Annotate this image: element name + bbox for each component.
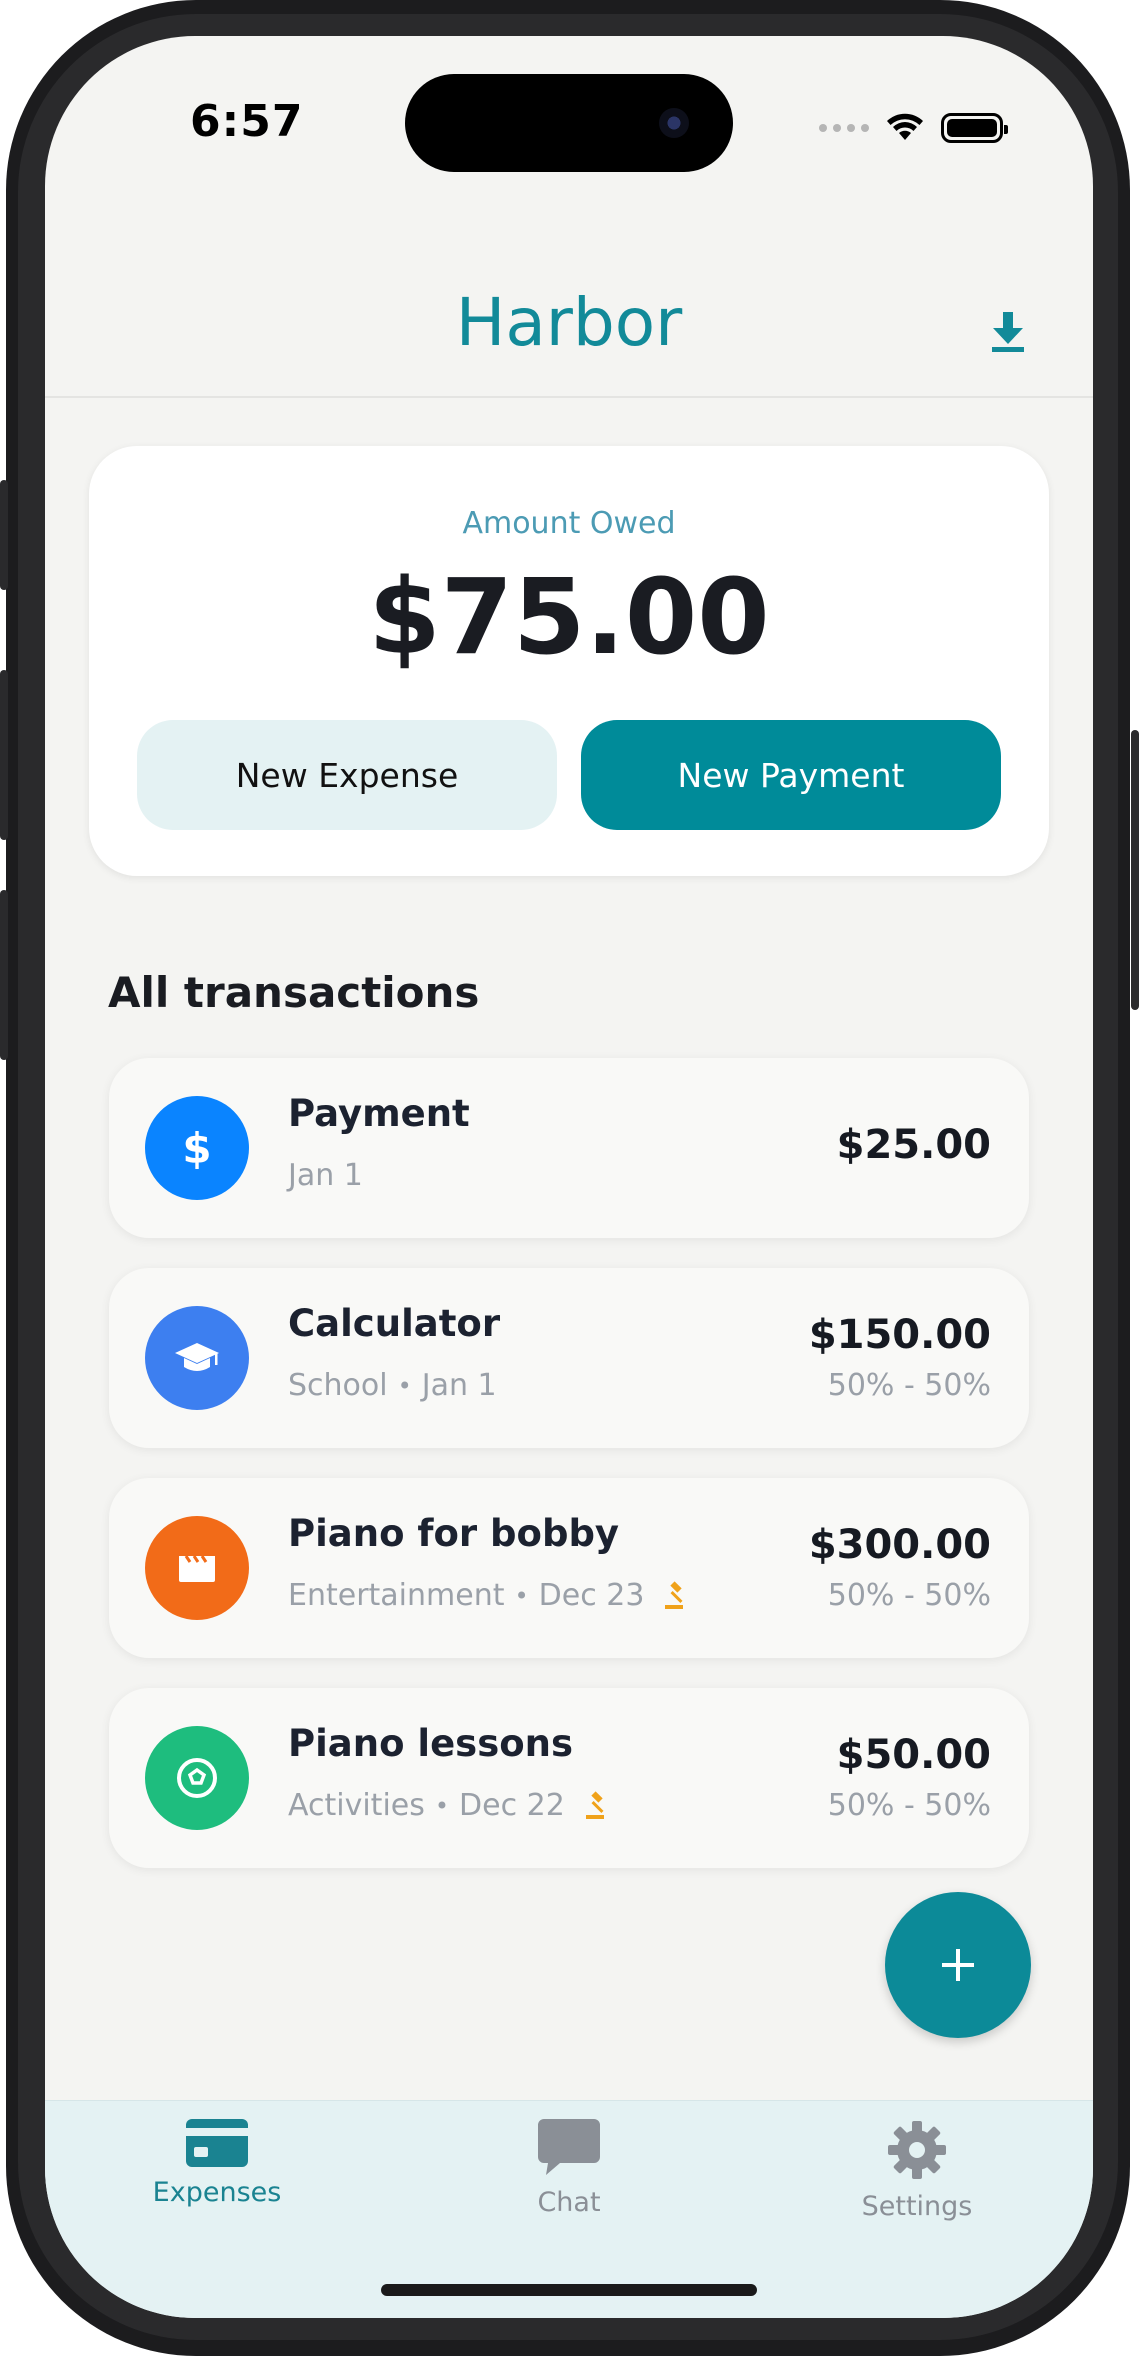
transaction-amount: $25.00 [836,1122,991,1168]
plus-icon [942,1949,974,1981]
new-expense-button[interactable]: New Expense [137,720,557,830]
transaction-meta: Jan 1 [288,1158,363,1193]
gavel-icon [585,1790,604,1819]
svg-text:$: $ [182,1124,211,1173]
action-button [0,480,8,590]
transaction-icon: $ [145,1096,249,1200]
transaction-row[interactable]: $ Payment Jan 1 $25.00 [109,1058,1029,1238]
tab-expenses[interactable]: Expenses [117,2119,317,2208]
dynamic-island [405,74,733,172]
volume-down-button [0,890,8,1060]
status-time: 6:57 [190,96,304,147]
transaction-meta: Entertainment • Dec 23 [288,1578,692,1613]
transaction-amount: $50.00 [836,1732,991,1778]
transaction-split: 50% - 50% [827,1368,991,1403]
amount-owed-card: Amount Owed $75.00 New Expense New Payme… [89,446,1049,876]
gavel-icon [665,1580,684,1609]
tab-label: Settings [861,2191,973,2222]
download-icon [992,312,1024,352]
battery-icon [941,113,1008,143]
gear-icon [888,2121,946,2179]
transaction-icon [145,1306,249,1410]
wifi-icon [887,113,923,140]
power-button [1131,730,1139,1010]
transaction-date: Dec 22 [459,1788,565,1823]
transaction-row[interactable]: Calculator School • Jan 1 $150.00 50% - … [109,1268,1029,1448]
graduation-cap-icon [175,1343,219,1371]
chat-bubble-icon [538,2119,600,2175]
transaction-date: Jan 1 [421,1368,497,1403]
tab-settings[interactable]: Settings [817,2119,1017,2222]
transaction-split: 50% - 50% [827,1578,991,1613]
home-indicator[interactable] [381,2284,757,2296]
front-camera-icon [659,108,689,138]
separator-dot: • [397,1371,412,1400]
separator-dot: • [434,1791,450,1820]
film-clapper-icon [179,1555,215,1582]
transaction-meta: Activities • Dec 22 [288,1788,613,1823]
transaction-name: Piano for bobby [288,1512,620,1555]
transaction-category: Activities [288,1788,425,1823]
amount-owed-value: $75.00 [368,556,770,678]
transaction-date: Jan 1 [288,1158,363,1193]
add-transaction-button[interactable] [885,1892,1031,2038]
tab-label: Expenses [152,2177,282,2208]
transaction-icon [145,1516,249,1620]
transaction-split: 50% - 50% [827,1788,991,1823]
transaction-row[interactable]: Piano for bobby Entertainment • Dec 23 $… [109,1478,1029,1658]
transaction-icon [145,1726,249,1830]
transaction-category: School [288,1368,388,1403]
transaction-category: Entertainment [288,1578,505,1613]
transaction-name: Piano lessons [288,1722,574,1765]
download-button[interactable] [983,306,1033,356]
transaction-meta: School • Jan 1 [288,1368,497,1403]
new-payment-button[interactable]: New Payment [581,720,1001,830]
app-header: Harbor [45,246,1093,398]
transaction-name: Calculator [288,1302,501,1345]
app-title: Harbor [455,284,683,361]
volume-up-button [0,670,8,840]
separator-dot: • [514,1581,529,1610]
transaction-name: Payment [288,1092,470,1135]
cellular-signal-icon [819,124,869,132]
app-screen: 6:57 Harbor Amount Owed $75.00 New Expen… [45,36,1093,2318]
tab-chat[interactable]: Chat [469,2119,669,2218]
transaction-date: Dec 23 [538,1578,645,1613]
transaction-row[interactable]: Piano lessons Activities • Dec 22 $50.00… [109,1688,1029,1868]
credit-card-icon [186,2119,248,2167]
status-icons [819,108,1008,148]
soccer-ball-icon [177,1758,217,1798]
dollar-icon: $ [182,1124,211,1173]
tab-label: Chat [537,2187,601,2218]
amount-owed-label: Amount Owed [462,506,676,541]
transaction-amount: $300.00 [808,1522,991,1568]
transaction-amount: $150.00 [808,1312,991,1358]
transactions-heading: All transactions [108,968,480,1017]
